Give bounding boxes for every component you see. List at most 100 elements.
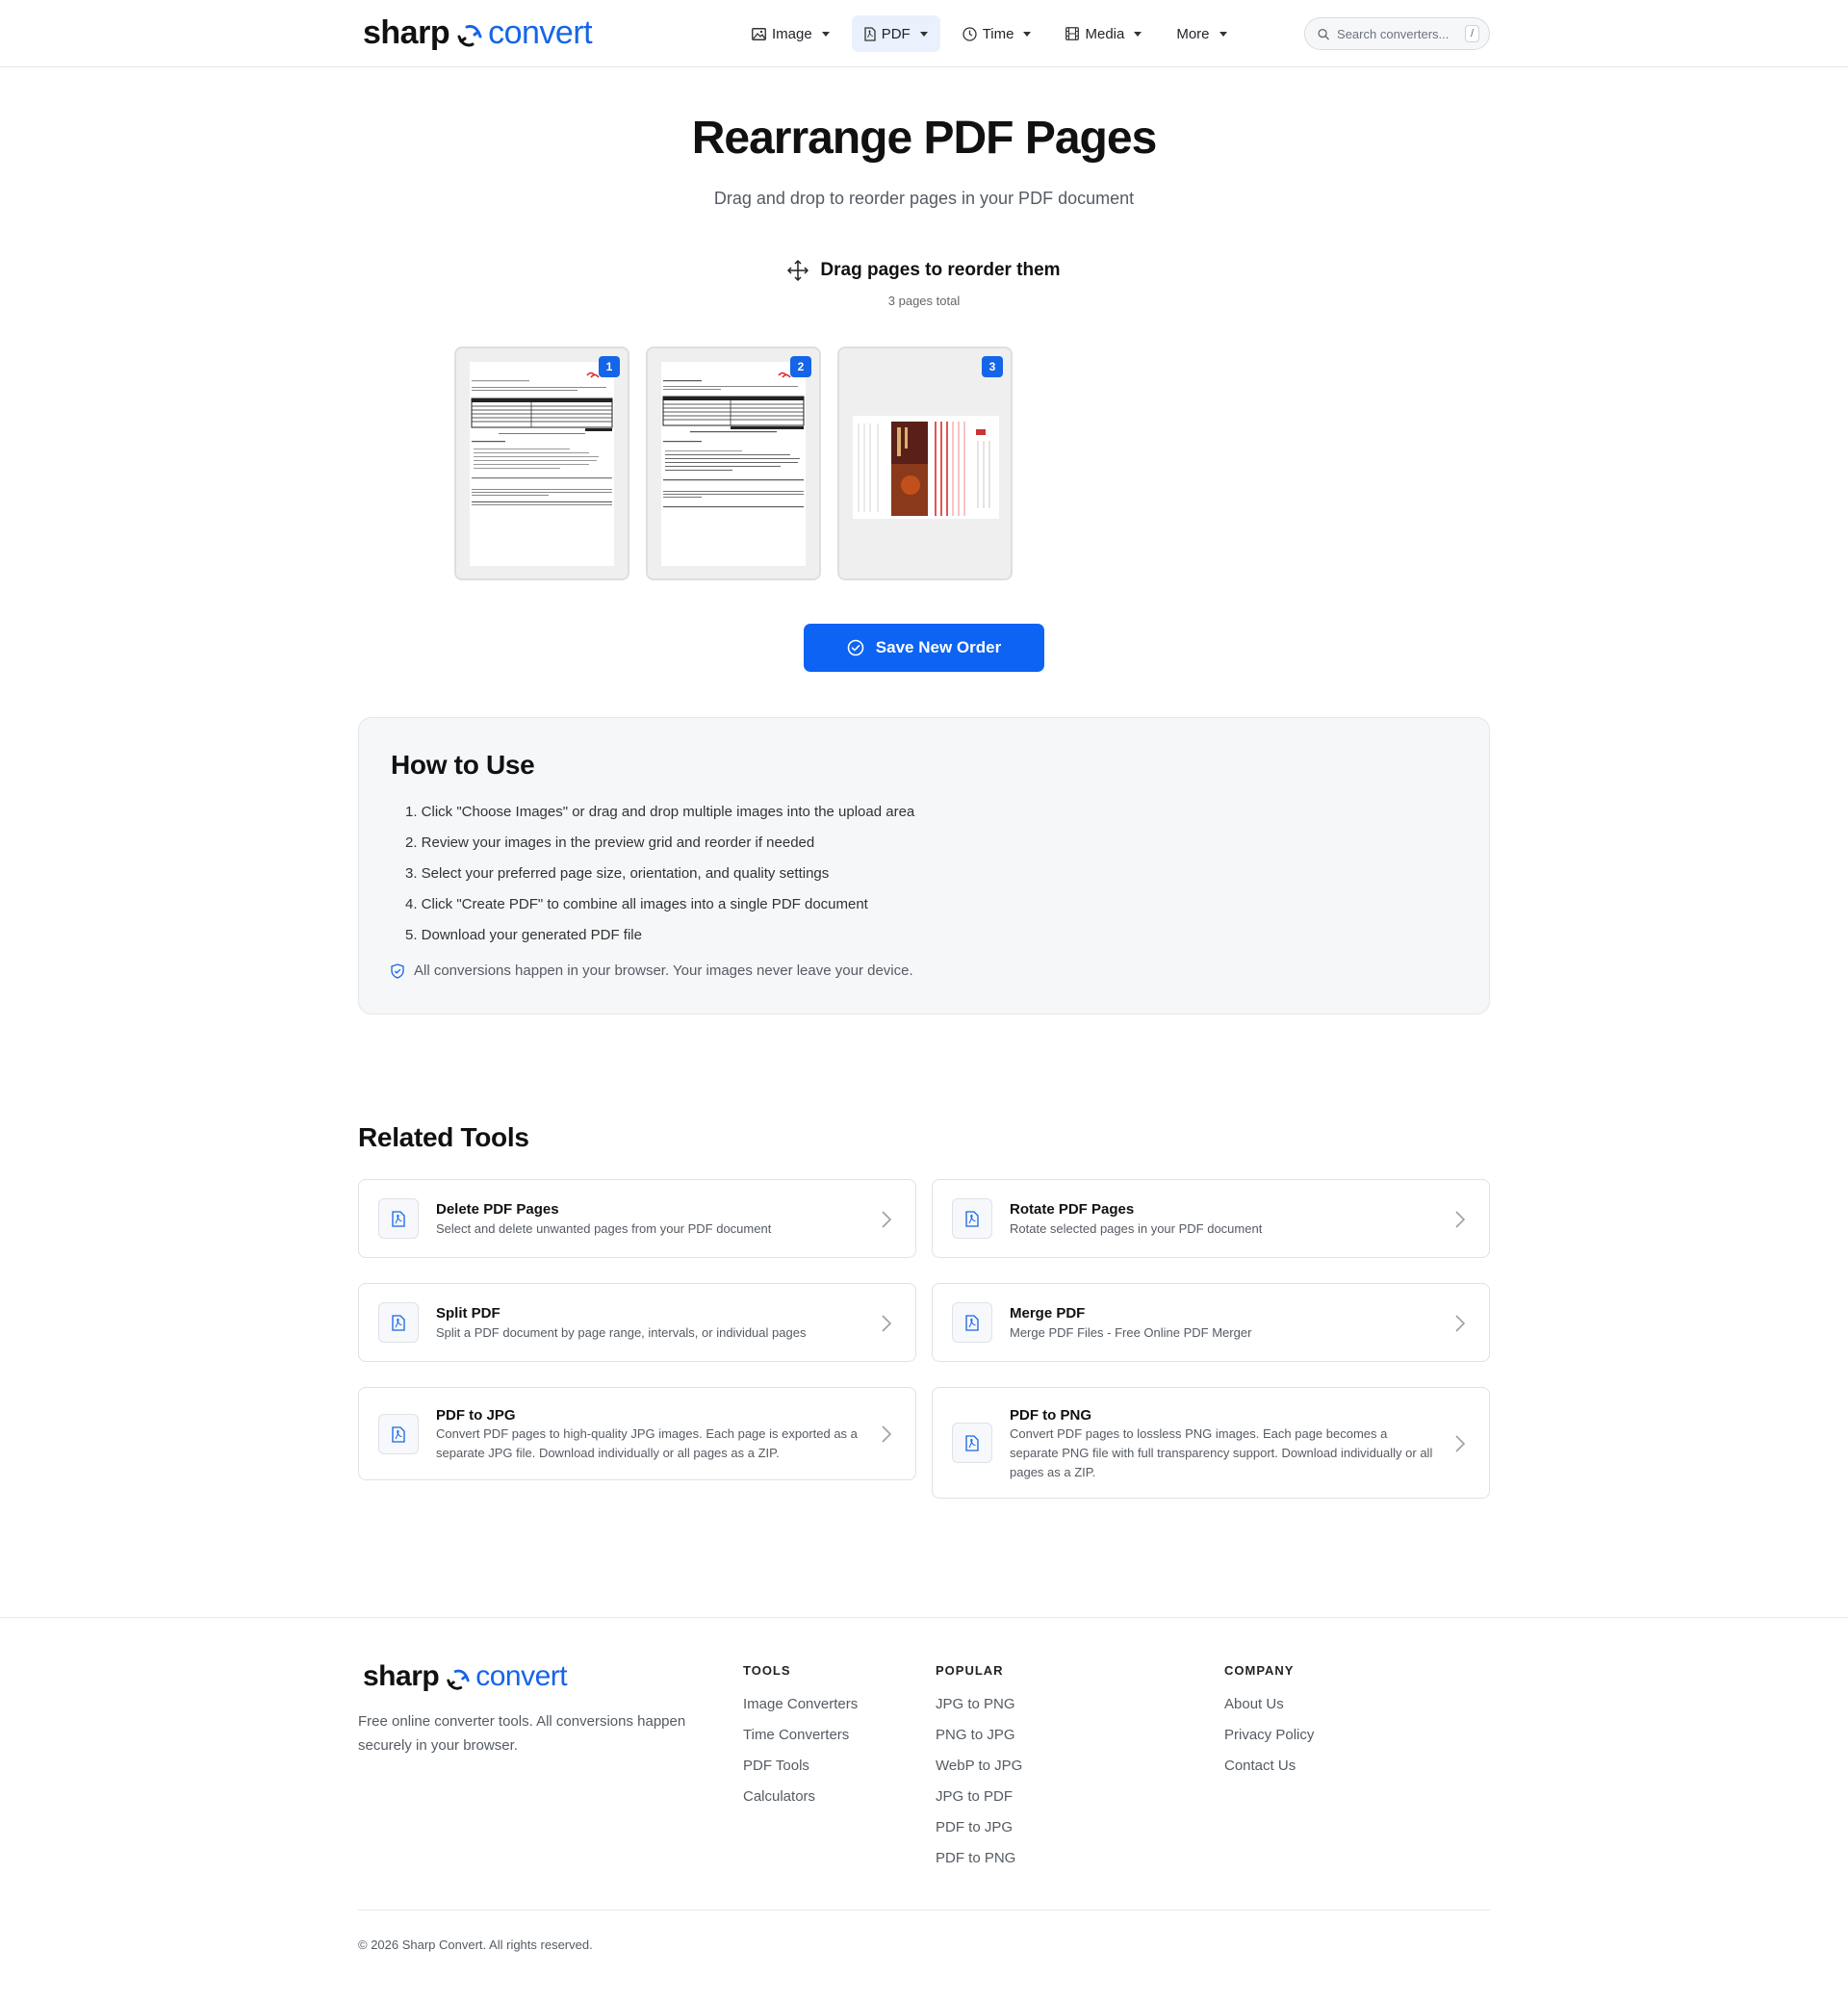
how-to-use-panel: How to Use 1. Click "Choose Images" or d…	[358, 717, 1490, 1014]
page-number-badge: 2	[790, 356, 811, 377]
pages-total: 3 pages total	[887, 294, 961, 308]
footer-column-popular: POPULAR JPG to PNG PNG to JPG WebP to JP…	[936, 1663, 1022, 1874]
footer-link[interactable]: PDF to PNG	[936, 1843, 1022, 1874]
site-logo[interactable]: sharp convert	[363, 13, 593, 52]
step-item: 1. Click "Choose Images" or drag and dro…	[405, 804, 915, 820]
nav-image-label: Image	[772, 25, 812, 42]
page-thumbnail[interactable]: 2	[646, 346, 821, 580]
footer-separator	[358, 1910, 1490, 1911]
chevron-down-icon	[1023, 31, 1032, 37]
tool-card-delete-pdf-pages[interactable]: Delete PDF Pages Select and delete unwan…	[358, 1179, 916, 1258]
footer-link[interactable]: Calculators	[743, 1782, 858, 1812]
nav-media[interactable]: Media	[1053, 15, 1154, 52]
chevron-down-icon	[1134, 31, 1142, 37]
page-preview	[470, 362, 614, 566]
step-item: 4. Click "Create PDF" to combine all ima…	[405, 896, 868, 912]
tool-name: Merge PDF	[1010, 1305, 1086, 1322]
step-item: 3. Select your preferred page size, orie…	[405, 865, 830, 882]
footer-link[interactable]: JPG to PDF	[936, 1782, 1022, 1812]
privacy-note-text: All conversions happen in your browser. …	[414, 962, 913, 979]
footer-column-tools: TOOLS Image Converters Time Converters P…	[743, 1663, 858, 1812]
step-item: 5. Download your generated PDF file	[405, 927, 642, 943]
footer-link[interactable]: Time Converters	[743, 1720, 858, 1751]
footer-divider	[0, 1617, 1848, 1618]
save-order-button[interactable]: Save New Order	[804, 624, 1044, 672]
tool-card-split-pdf[interactable]: Split PDF Split a PDF document by page r…	[358, 1283, 916, 1362]
page-preview	[853, 416, 999, 519]
save-order-label: Save New Order	[875, 638, 1002, 656]
tool-card-merge-pdf[interactable]: Merge PDF Merge PDF Files - Free Online …	[932, 1283, 1490, 1362]
footer-link[interactable]: PDF Tools	[743, 1751, 858, 1782]
tool-name: Delete PDF Pages	[436, 1201, 559, 1218]
drag-heading: Drag pages to reorder them	[0, 260, 1848, 281]
page-thumbnail[interactable]: 3	[837, 346, 1013, 580]
tool-card-pdf-to-png[interactable]: PDF to PNG Convert PDF pages to lossless…	[932, 1387, 1490, 1499]
footer-column-title: COMPANY	[1224, 1663, 1295, 1678]
search-input[interactable]	[1337, 26, 1458, 41]
footer-link[interactable]: JPG to PNG	[936, 1689, 1022, 1720]
nav-time-label: Time	[982, 25, 1014, 42]
page-thumbnails: 1 2 3	[454, 346, 1013, 580]
tool-description: Select and delete unwanted pages from yo…	[436, 1221, 772, 1236]
footer-description: Free online converter tools. All convers…	[358, 1713, 686, 1754]
logo-word-sharp: sharp	[363, 1660, 440, 1692]
tool-description: Convert PDF pages to lossless PNG images…	[1010, 1426, 1433, 1479]
chevron-down-icon	[919, 31, 928, 37]
chevron-down-icon	[1219, 31, 1227, 37]
related-tools-title: Related Tools	[358, 1122, 529, 1152]
tool-description: Split a PDF document by page range, inte…	[436, 1325, 807, 1340]
footer-link[interactable]: Privacy Policy	[1224, 1720, 1314, 1751]
how-to-use-title: How to Use	[391, 750, 535, 780]
nav-more[interactable]: More	[1164, 15, 1239, 52]
page-thumbnail[interactable]: 1	[454, 346, 629, 580]
clock-icon	[962, 26, 977, 41]
logo-word-convert: convert	[488, 13, 593, 51]
tool-name: Split PDF	[436, 1305, 500, 1322]
tool-name: PDF to JPG	[436, 1407, 516, 1424]
footer-column-company: COMPANY About Us Privacy Policy Contact …	[1224, 1663, 1314, 1782]
nav-time[interactable]: Time	[950, 15, 1044, 52]
drag-heading-text: Drag pages to reorder them	[820, 260, 1061, 280]
shield-check-icon	[391, 962, 404, 979]
check-circle-icon	[847, 639, 864, 656]
footer-link[interactable]: Contact Us	[1224, 1751, 1314, 1782]
logo-arrows-icon	[455, 21, 484, 50]
tool-name: Rotate PDF Pages	[1010, 1201, 1135, 1218]
footer-link[interactable]: PDF to JPG	[936, 1812, 1022, 1843]
footer-link[interactable]: WebP to JPG	[936, 1751, 1022, 1782]
copyright: © 2026 Sharp Convert. All rights reserve…	[358, 1938, 593, 1952]
page-title: Rearrange PDF Pages	[691, 113, 1158, 164]
nav-media-label: Media	[1085, 25, 1125, 42]
pdf-file-icon	[378, 1414, 419, 1454]
search-box[interactable]: /	[1304, 17, 1490, 50]
page-number-badge: 3	[982, 356, 1003, 377]
chevron-right-icon	[882, 1425, 892, 1443]
tool-name: PDF to PNG	[1010, 1407, 1091, 1424]
nav-more-label: More	[1176, 25, 1210, 42]
footer-logo[interactable]: sharp convert	[363, 1660, 568, 1693]
footer-link[interactable]: About Us	[1224, 1689, 1314, 1720]
site-header: sharp convert Image PDF Time Media More	[0, 0, 1848, 67]
nav-image[interactable]: Image	[739, 15, 842, 52]
tool-card-rotate-pdf-pages[interactable]: Rotate PDF Pages Rotate selected pages i…	[932, 1179, 1490, 1258]
nav-pdf[interactable]: PDF	[851, 15, 940, 52]
footer-link[interactable]: Image Converters	[743, 1689, 858, 1720]
chevron-down-icon	[821, 31, 830, 37]
nav-pdf-label: PDF	[881, 25, 911, 42]
image-icon	[752, 27, 766, 40]
how-to-use-steps: 1. Click "Choose Images" or drag and dro…	[405, 797, 914, 951]
footer-column-title: POPULAR	[936, 1663, 1004, 1678]
footer-column-title: TOOLS	[743, 1663, 791, 1678]
pdf-file-icon	[378, 1302, 419, 1343]
search-icon	[1318, 28, 1329, 39]
step-item: 2. Review your images in the preview gri…	[405, 834, 815, 851]
page-preview	[661, 362, 806, 566]
tool-description: Convert PDF pages to high-quality JPG im…	[436, 1426, 858, 1460]
page-subtitle: Drag and drop to reorder pages in your P…	[713, 189, 1135, 208]
logo-arrows-icon	[445, 1666, 472, 1693]
logo-word-convert: convert	[475, 1660, 568, 1692]
footer-link[interactable]: PNG to JPG	[936, 1720, 1022, 1751]
pdf-file-icon	[952, 1198, 992, 1239]
tool-description: Merge PDF Files - Free Online PDF Merger	[1010, 1325, 1252, 1340]
tool-card-pdf-to-jpg[interactable]: PDF to JPG Convert PDF pages to high-qua…	[358, 1387, 916, 1480]
